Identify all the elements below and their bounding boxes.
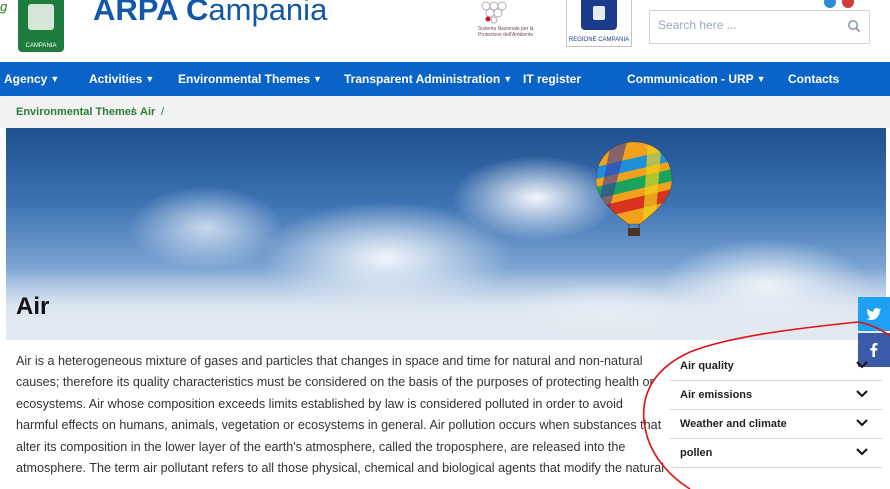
main-nav: Agency ▼ Activities ▼ Environmental Themes… <box>0 62 890 96</box>
regione-shield <box>581 0 617 30</box>
nav-label: Contacts <box>788 72 840 86</box>
regione-caption: REGIONE CAMPANIA <box>568 37 630 43</box>
arpac-logo[interactable]: CAMPANIA <box>18 0 64 52</box>
search-input[interactable] <box>658 18 838 32</box>
header-social-icons <box>824 0 864 8</box>
hero-banner <box>6 128 886 340</box>
page-title: Air <box>16 293 50 320</box>
side-menu-label: Air quality <box>680 360 734 372</box>
site-header: CAMPANIA ARPA Campania Sistema Nazionale… <box>0 0 890 62</box>
nav-item-communication-urp[interactable]: Communication - URP ▼ <box>627 62 766 96</box>
twitter-icon <box>866 308 881 320</box>
chevron-down-icon <box>856 390 868 398</box>
snpa-caption: Sistema Nazionale per la Protezione dell… <box>478 26 534 38</box>
nav-item-agency[interactable]: Agency ▼ <box>4 62 59 96</box>
search-icon[interactable] <box>847 19 861 33</box>
nav-label: IT register <box>523 72 582 86</box>
nav-label: Activities <box>89 72 143 86</box>
chevron-down-icon: ▼ <box>503 74 513 84</box>
side-menu-label: Air emissions <box>680 389 753 401</box>
side-menu-label: pollen <box>680 447 713 459</box>
twitter-share-button[interactable] <box>858 297 890 331</box>
brand-rest: ampania <box>208 0 328 27</box>
logo-caption: CAMPANIA <box>25 43 57 49</box>
social-dot-blue[interactable] <box>824 0 836 8</box>
social-dot-red[interactable] <box>842 0 854 8</box>
chevron-down-icon: ▼ <box>50 74 60 84</box>
nav-item-environmental-themes[interactable]: Environmental Themes ▼ <box>178 62 322 96</box>
nav-item-activities[interactable]: Activities ▼ <box>89 62 154 96</box>
side-menu-item-weather-and-climate[interactable]: Weather and climate <box>670 410 882 439</box>
side-menu: Air quality Air emissions Weather and cl… <box>670 352 882 468</box>
nav-label: Environmental Themes <box>178 72 311 86</box>
chevron-down-icon <box>856 419 868 427</box>
nav-label: Agency <box>4 72 48 86</box>
search-box <box>649 10 870 44</box>
logo-emblem <box>28 4 54 30</box>
side-menu-item-pollen[interactable]: pollen <box>670 439 882 468</box>
nav-item-it-register[interactable]: IT register <box>523 62 581 96</box>
nav-item-transparent-administration[interactable]: Transparent Administration ▼ <box>344 62 512 96</box>
chevron-down-icon: ▼ <box>313 74 322 84</box>
brand-bold: ARPA C <box>93 0 209 27</box>
breadcrumb: Environmental Themes / Air / <box>0 96 890 128</box>
chevron-down-icon: ▼ <box>756 74 766 84</box>
snpa-logo[interactable] <box>478 0 538 24</box>
nav-label: Transparent Administration <box>344 72 501 86</box>
chevron-down-icon <box>856 361 868 369</box>
regione-campania-logo[interactable]: REGIONE CAMPANIA <box>566 0 632 47</box>
page-body-text: Air is a heterogeneous mixture of gases … <box>16 354 664 476</box>
site-brand[interactable]: ARPA Campania <box>93 0 327 30</box>
hot-air-balloon-image <box>595 141 673 236</box>
chevron-down-icon <box>856 448 868 456</box>
breadcrumb-separator: / <box>131 106 135 118</box>
side-menu-item-air-emissions[interactable]: Air emissions <box>670 381 882 410</box>
nav-item-contacts[interactable]: Contacts <box>788 62 839 96</box>
side-menu-item-air-quality[interactable]: Air quality <box>670 352 882 381</box>
hero-fade <box>6 268 886 340</box>
corner-label: g <box>0 0 8 14</box>
breadcrumb-separator: / <box>161 106 165 118</box>
nav-label: Communication - URP <box>627 72 754 86</box>
side-menu-label: Weather and climate <box>680 418 787 430</box>
breadcrumb-item-air[interactable]: Air <box>140 96 155 128</box>
chevron-down-icon: ▼ <box>145 74 155 84</box>
breadcrumb-item-environmental-themes[interactable]: Environmental Themes <box>16 96 137 128</box>
